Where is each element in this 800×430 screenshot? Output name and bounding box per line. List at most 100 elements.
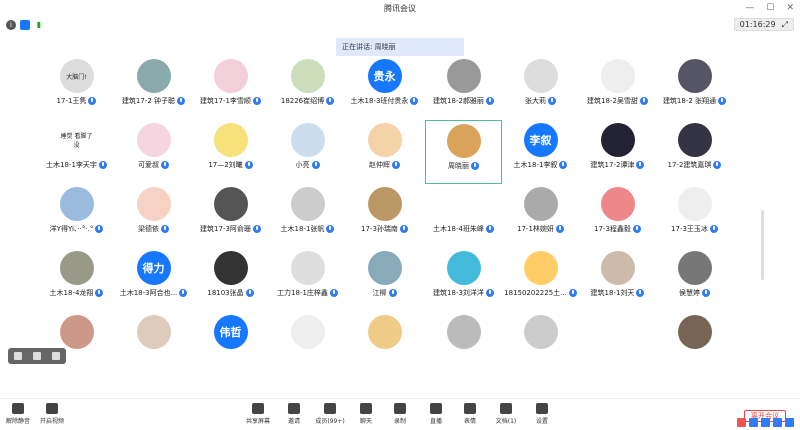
participant-tile[interactable]: 张大莉	[502, 56, 579, 120]
participant-tile[interactable]: 建筑17-1李雪顺	[192, 56, 269, 120]
emoji-button[interactable]: 表情	[452, 403, 488, 425]
participant-tile[interactable]: 建筑17-3阿俞珊	[192, 184, 269, 248]
participant-tile[interactable]: 17—2刘曦	[192, 120, 269, 184]
close-icon[interactable]: ✕	[786, 3, 794, 13]
sogou-icon[interactable]	[737, 418, 746, 427]
tray-icon-1[interactable]	[749, 418, 758, 427]
chat-button[interactable]: 聊天	[348, 403, 384, 425]
participant-tile[interactable]: 17-2建筑嘉琪	[656, 120, 733, 184]
participant-tile[interactable]: 睡觉 看脚了没 土木18-1李天宇	[38, 120, 115, 184]
participant-name-label: 土木18-1李天宇	[46, 161, 97, 169]
participant-tile[interactable]: 可爱叔	[115, 120, 192, 184]
participant-name: 17—2刘曦	[192, 160, 269, 170]
participant-tile[interactable]: 建筑18-2 张翔通	[656, 56, 733, 120]
mic-icon	[568, 289, 577, 297]
participant-name-label: 建筑17-1李雪顺	[200, 97, 251, 105]
participant-tile[interactable]: 17-1林婉妍	[502, 184, 579, 248]
participant-tile[interactable]: 建筑17-2 钟子聪	[115, 56, 192, 120]
avatar	[523, 315, 558, 349]
mic-icon	[555, 225, 564, 233]
participant-tile[interactable]: 梁德依	[115, 184, 192, 248]
speaker-view-icon[interactable]	[32, 352, 41, 360]
participant-tile[interactable]: 伟哲	[192, 312, 269, 376]
avatar	[677, 59, 712, 93]
avatar	[446, 187, 481, 221]
tray-icon-4[interactable]	[785, 418, 794, 427]
participant-tile[interactable]: 土木18-1张帆	[269, 184, 346, 248]
share-screen-button[interactable]: 共享屏幕	[240, 403, 276, 425]
view-controls[interactable]	[8, 348, 66, 364]
avatar: 贵永	[367, 59, 402, 93]
participant-tile[interactable]: 建筑18-2郝雅丽	[425, 56, 502, 120]
participant-name-label: 张大莉	[525, 97, 546, 105]
participant-tile[interactable]: 工力18-1庄梓鑫	[269, 248, 346, 312]
participant-tile[interactable]: 大脑门! 17-1王隽	[38, 56, 115, 120]
mute-button[interactable]: 解除静音	[0, 403, 36, 425]
participant-tile[interactable]: 周晓丽	[425, 120, 502, 184]
mic-icon	[326, 225, 335, 233]
video-button[interactable]: 开启视频	[34, 403, 70, 425]
participant-tile[interactable]: 18150202225土...	[502, 248, 579, 312]
participant-name: 17-3孙瑞南	[346, 224, 423, 234]
participant-tile[interactable]: 17-3王玉冰	[656, 184, 733, 248]
gallery-view-icon[interactable]	[52, 352, 61, 360]
grid-view-icon[interactable]	[13, 352, 22, 360]
participant-name-label: 18103张晶	[207, 289, 244, 297]
participant-tile[interactable]	[346, 312, 423, 376]
mic-icon	[713, 161, 722, 169]
participant-tile[interactable]: 建筑17-2谭津	[579, 120, 656, 184]
participant-tile[interactable]: 江柳	[346, 248, 423, 312]
info-icon[interactable]: i	[6, 20, 16, 30]
participant-tile[interactable]	[502, 312, 579, 376]
participant-tile[interactable]	[269, 312, 346, 376]
participant-name: 建筑18-2郝雅丽	[425, 96, 502, 106]
participant-tile[interactable]	[38, 312, 115, 376]
participant-tile[interactable]: 小亮	[269, 120, 346, 184]
shield-icon[interactable]	[20, 20, 30, 30]
participant-name-label: 可爱叔	[138, 161, 159, 169]
signal-icon[interactable]: ▮	[34, 20, 44, 30]
participant-tile[interactable]	[115, 312, 192, 376]
scrollbar[interactable]	[761, 210, 764, 280]
members-button[interactable]: 成员(99+)	[312, 403, 348, 425]
participant-name: 建筑17-2谭津	[579, 160, 656, 170]
participant-tile[interactable]: 17-3孙瑞南	[346, 184, 423, 248]
speaking-indicator: 正在讲话: 周晓丽	[336, 38, 464, 56]
participant-tile[interactable]	[425, 312, 502, 376]
invite-button[interactable]: 邀请	[276, 403, 312, 425]
minimize-icon[interactable]: —	[745, 3, 754, 13]
record-button[interactable]: 录制	[382, 403, 418, 425]
avatar	[59, 187, 94, 221]
participant-tile[interactable]: 17-3程鑫毅	[579, 184, 656, 248]
docs-button[interactable]: 文档(1)	[488, 403, 524, 425]
participant-tile[interactable]: 建筑18-1刘天	[579, 248, 656, 312]
participant-tile[interactable]: 得力 土木18-3阿合也...	[115, 248, 192, 312]
fullscreen-icon[interactable]: ⤢	[782, 19, 788, 30]
participant-name-label: 18150202225土...	[504, 289, 567, 297]
maximize-icon[interactable]: ☐	[766, 3, 774, 13]
participant-name: 土木18-3阿合也...	[115, 288, 192, 298]
participant-tile[interactable]: 土木18-4班朱峰	[425, 184, 502, 248]
participant-tile[interactable]: 建筑18-2吴雪甜	[579, 56, 656, 120]
participant-name-label: 土木18-4班朱峰	[433, 225, 484, 233]
mic-icon	[12, 403, 24, 414]
tray-icon-3[interactable]	[773, 418, 782, 427]
mic-icon	[485, 225, 494, 233]
participant-tile[interactable]: 18226崔绍博	[269, 56, 346, 120]
participant-tile[interactable]: 赵仲辉	[346, 120, 423, 184]
participant-tile[interactable]: 建筑18-3刘洋洋	[425, 248, 502, 312]
live-button[interactable]: 直播	[418, 403, 454, 425]
settings-button[interactable]: 设置	[524, 403, 560, 425]
participant-tile[interactable]: 洋Y得Yi、··°·.°	[38, 184, 115, 248]
participant-tile[interactable]: 贵永土木18-3班付贵永	[346, 56, 423, 120]
participant-tile[interactable]: 18103张晶	[192, 248, 269, 312]
participant-tile[interactable]	[656, 312, 733, 376]
mic-icon	[709, 225, 718, 233]
mic-icon	[485, 289, 494, 297]
participant-name: 土木18-3班付贵永	[346, 96, 423, 106]
participant-tile[interactable]: 侯慧婷	[656, 248, 733, 312]
tray-icon-2[interactable]	[761, 418, 770, 427]
participant-tile[interactable]	[579, 312, 656, 376]
participant-tile[interactable]: 土木18-4龙翔	[38, 248, 115, 312]
participant-tile[interactable]: 李叙 土木18-1李叙	[502, 120, 579, 184]
